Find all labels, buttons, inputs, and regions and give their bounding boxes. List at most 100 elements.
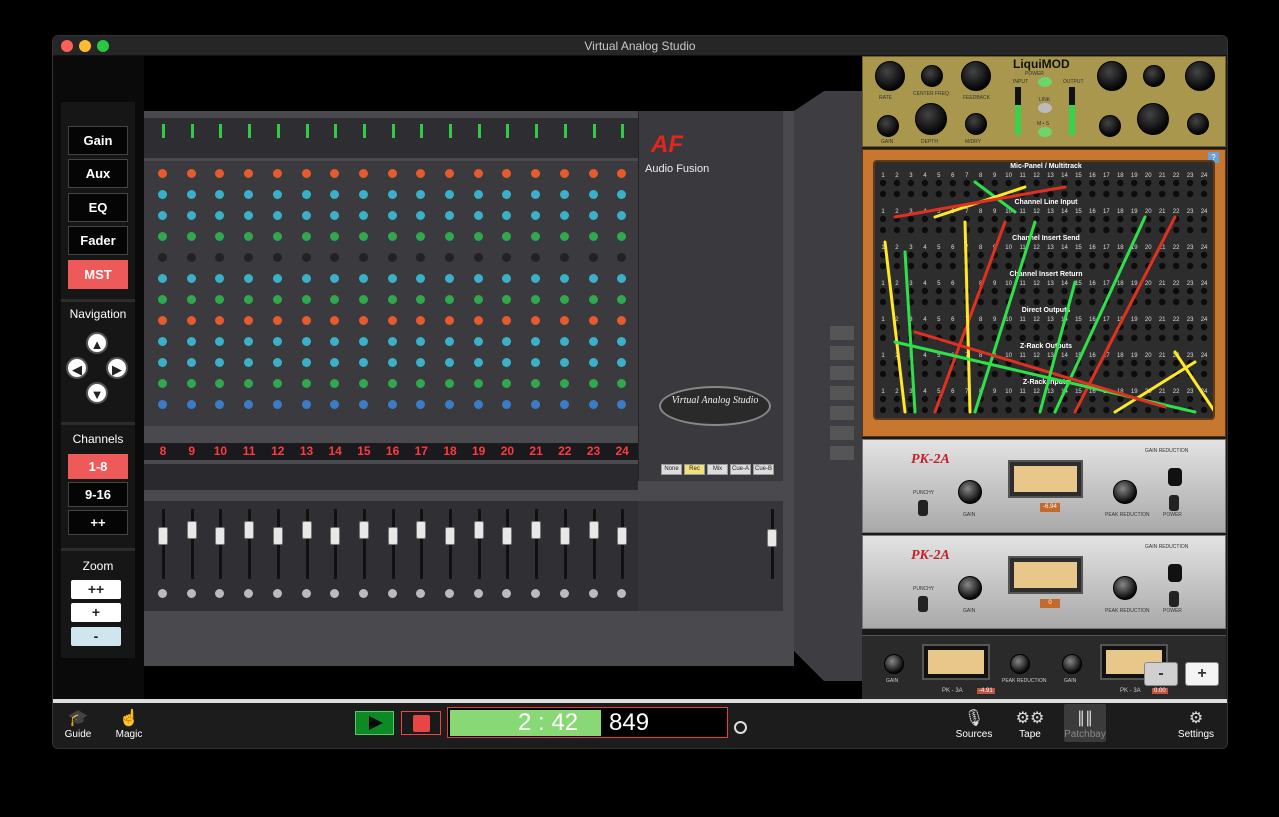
patch-jack[interactable] [1117, 370, 1124, 378]
patch-jack[interactable] [1075, 179, 1082, 187]
patch-jack[interactable] [1186, 334, 1194, 342]
patch-jack[interactable] [1075, 262, 1082, 270]
patch-jack[interactable] [1131, 334, 1138, 342]
fader-cap[interactable] [416, 521, 427, 539]
channel-knob[interactable] [215, 295, 225, 304]
channel-knob[interactable] [387, 169, 397, 178]
fader-cap[interactable] [445, 527, 455, 545]
fader-cap[interactable] [473, 521, 484, 539]
patch-jack[interactable] [907, 190, 915, 198]
patch-jack[interactable] [949, 251, 956, 259]
channel-knob[interactable] [158, 316, 167, 325]
channel-knob[interactable] [588, 253, 598, 262]
patch-jack[interactable] [1117, 179, 1124, 187]
channel-knob[interactable] [330, 253, 340, 262]
patch-jack[interactable] [1172, 190, 1180, 198]
patch-jack[interactable] [1145, 190, 1152, 198]
channel-knob[interactable] [445, 400, 454, 409]
patch-jack[interactable] [935, 287, 943, 295]
channel-knob[interactable] [244, 379, 254, 388]
channel-knob[interactable] [559, 379, 569, 388]
fader-cap[interactable] [531, 521, 542, 539]
channel-knob[interactable] [215, 337, 225, 346]
patch-jack[interactable] [1158, 298, 1166, 306]
channel-knob[interactable] [473, 379, 483, 388]
patch-jack[interactable] [879, 179, 887, 187]
patch-jack[interactable] [977, 262, 984, 270]
patch-jack[interactable] [1061, 287, 1068, 295]
patch-jack[interactable] [949, 395, 956, 403]
channel-knob[interactable] [330, 400, 340, 409]
meter-switch[interactable] [1168, 468, 1182, 486]
channel-knob[interactable] [301, 232, 311, 241]
patch-jack[interactable] [963, 179, 970, 187]
channel-knob[interactable] [473, 211, 483, 220]
zoom-in-button[interactable]: + [71, 603, 121, 622]
fader-cap[interactable] [358, 521, 369, 539]
channel-knob[interactable] [617, 295, 627, 304]
channel-knob[interactable] [445, 379, 454, 388]
master-rec-button[interactable]: Rec [684, 464, 705, 475]
patch-jack[interactable] [879, 359, 887, 367]
patch-jack[interactable] [963, 190, 970, 198]
channel-knob[interactable] [244, 337, 254, 346]
patch-jack[interactable] [893, 226, 901, 234]
patch-jack[interactable] [1061, 179, 1068, 187]
patch-jack[interactable] [949, 298, 956, 306]
center-freq-knob-left[interactable] [921, 65, 943, 87]
channel-knob[interactable] [158, 190, 167, 199]
channel-select-button[interactable] [617, 589, 627, 598]
channel-knob[interactable] [387, 358, 397, 367]
patch-jack[interactable] [1200, 215, 1208, 223]
patch-jack[interactable] [1089, 190, 1096, 198]
patch-jack[interactable] [1061, 359, 1068, 367]
channel-knob[interactable] [272, 400, 282, 409]
channel-knob[interactable] [559, 358, 569, 367]
channel-knob[interactable] [158, 211, 167, 220]
channel-knob[interactable] [358, 274, 368, 283]
channel-knob[interactable] [445, 358, 454, 367]
patch-jack[interactable] [1019, 215, 1026, 223]
channel-select-button[interactable] [272, 589, 282, 598]
channel-knob[interactable] [215, 400, 225, 409]
channel-knob[interactable] [502, 295, 512, 304]
channel-knob[interactable] [416, 253, 426, 262]
patch-jack[interactable] [921, 190, 929, 198]
patch-jack[interactable] [1047, 287, 1054, 295]
channel-knob[interactable] [158, 295, 167, 304]
gain-knob-left[interactable] [877, 115, 899, 137]
patch-jack[interactable] [893, 395, 901, 403]
patch-jack[interactable] [921, 179, 929, 187]
channel-knob[interactable] [358, 379, 368, 388]
patch-jack[interactable] [949, 323, 956, 331]
patch-jack[interactable] [907, 215, 915, 223]
patch-jack[interactable] [949, 190, 956, 198]
channel-knob[interactable] [186, 316, 196, 325]
channel-knob[interactable] [186, 169, 196, 178]
patch-jack[interactable] [977, 370, 984, 378]
patch-jack[interactable] [893, 287, 901, 295]
patch-jack[interactable] [1131, 359, 1138, 367]
channel-knob[interactable] [588, 274, 598, 283]
patch-jack[interactable] [1145, 406, 1152, 414]
patch-jack[interactable] [1047, 226, 1054, 234]
channel-knob[interactable] [559, 232, 569, 241]
patch-jack[interactable] [1089, 395, 1096, 403]
patch-jack[interactable] [879, 226, 887, 234]
patch-jack[interactable] [1047, 251, 1054, 259]
patch-jack[interactable] [921, 251, 929, 259]
patch-jack[interactable] [1186, 226, 1194, 234]
channel-knob[interactable] [416, 316, 426, 325]
channel-knob[interactable] [244, 211, 254, 220]
channel-knob[interactable] [358, 253, 368, 262]
channel-knob[interactable] [473, 274, 483, 283]
channel-knob[interactable] [502, 169, 512, 178]
patch-jack[interactable] [879, 323, 887, 331]
channel-knob[interactable] [186, 190, 196, 199]
ms-button[interactable] [1038, 127, 1052, 137]
patch-jack[interactable] [1005, 334, 1012, 342]
patch-jack[interactable] [1186, 298, 1194, 306]
patch-jack[interactable] [1019, 406, 1026, 414]
master-mix-button[interactable]: Mix [707, 464, 728, 475]
channel-knob[interactable] [502, 211, 512, 220]
